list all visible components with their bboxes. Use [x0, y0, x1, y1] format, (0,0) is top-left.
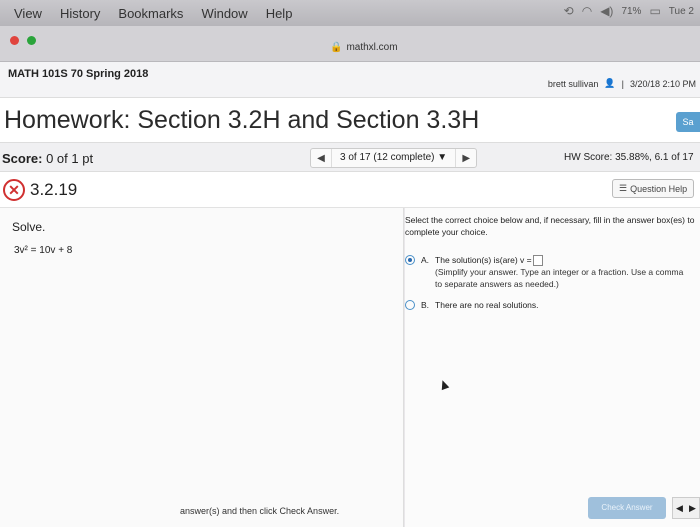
- equation: 3v² = 10v + 8: [14, 245, 73, 256]
- browser-toolbar: 🔒 mathxl.com: [0, 26, 700, 62]
- question-pane: Solve. 3v² = 10v + 8: [0, 208, 404, 527]
- zoom-window-button[interactable]: [27, 36, 36, 45]
- question-pager: ◀ 3 of 17 (12 complete) ▼ ▶: [310, 148, 478, 168]
- course-header: MATH 101S 70 Spring 2018 brett sullivan …: [0, 62, 700, 98]
- question-header: ✕ 3.2.19 ☰ Question Help: [0, 172, 700, 208]
- question-nav: ◀ ▶: [672, 497, 700, 519]
- answer-pane: Select the correct choice below and, if …: [405, 208, 700, 527]
- menu-window[interactable]: Window: [201, 6, 247, 21]
- previous-question-icon[interactable]: ◀: [311, 153, 331, 164]
- divider: |: [621, 78, 624, 89]
- question-help-label: Question Help: [630, 183, 688, 194]
- footer-instruction: answer(s) and then click Check Answer.: [180, 506, 340, 516]
- check-answer-button[interactable]: Check Answer: [588, 497, 666, 519]
- answer-box[interactable]: [532, 255, 543, 267]
- homework-header: Homework: Section 3.2H and Section 3.3H …: [0, 98, 700, 142]
- previous-arrow-icon[interactable]: ◀: [676, 503, 683, 514]
- battery-icon[interactable]: ▭: [649, 4, 660, 18]
- question-score: Score: 0 of 1 pt: [2, 151, 93, 166]
- next-arrow-icon[interactable]: ▶: [689, 503, 696, 514]
- score-value: 0 of 1 pt: [46, 151, 94, 166]
- chevron-down-icon: ▼: [437, 152, 448, 163]
- save-button[interactable]: Sa: [676, 112, 700, 132]
- user-info: brett sullivan 👤 | 3/20/18 2:10 PM: [548, 78, 696, 89]
- question-number: 3.2.19: [30, 180, 78, 199]
- menu-view[interactable]: View: [14, 6, 42, 21]
- battery-percent: 71%: [621, 5, 642, 17]
- window-controls: [10, 36, 36, 45]
- question-selector[interactable]: 3 of 17 (12 complete) ▼: [331, 149, 457, 167]
- answer-instruction: Select the correct choice below and, if …: [405, 215, 695, 237]
- incorrect-icon: ✕: [3, 179, 25, 201]
- option-b-text: There are no real solutions.: [435, 300, 539, 310]
- option-a-content: The solution(s) is(are) v = (Simplify yo…: [435, 254, 690, 290]
- lock-icon: 🔒: [330, 42, 343, 53]
- clock[interactable]: Tue 2: [669, 6, 694, 17]
- menu-help[interactable]: Help: [266, 6, 293, 21]
- score-label: Score:: [2, 151, 43, 166]
- question-help-button[interactable]: ☰ Question Help: [612, 179, 695, 198]
- option-b-radio[interactable]: [405, 300, 415, 310]
- menu-bar: View History Bookmarks Window Help ⟲ ◠ ◀…: [0, 0, 700, 26]
- url-text: mathxl.com: [346, 42, 398, 53]
- menu-history[interactable]: History: [60, 6, 100, 21]
- option-a-hint: (Simplify your answer. Type an integer o…: [435, 267, 684, 290]
- user-name[interactable]: brett sullivan: [548, 79, 599, 89]
- address-bar[interactable]: 🔒 mathxl.com: [330, 42, 398, 53]
- option-b[interactable]: B. There are no real solutions.: [405, 299, 539, 311]
- option-b-label: B.: [421, 300, 430, 310]
- wifi-icon[interactable]: ◠: [582, 4, 592, 18]
- score-bar: Score: 0 of 1 pt ◀ 3 of 17 (12 complete)…: [0, 142, 700, 172]
- page-title: Homework: Section 3.2H and Section 3.3H: [4, 106, 480, 134]
- option-a-label: A.: [421, 255, 430, 265]
- hw-score: HW Score: 35.88%, 6.1 of 17: [564, 152, 694, 163]
- close-window-button[interactable]: [10, 36, 19, 45]
- question-prompt: Solve.: [12, 220, 46, 234]
- option-a-text: The solution(s) is(are) v =: [435, 255, 532, 265]
- option-a-radio[interactable]: [405, 255, 415, 265]
- sync-icon[interactable]: ⟲: [564, 4, 574, 18]
- menu-bookmarks[interactable]: Bookmarks: [118, 6, 183, 21]
- date-time: 3/20/18 2:10 PM: [629, 78, 696, 89]
- list-icon: ☰: [619, 183, 628, 193]
- volume-icon[interactable]: ◀): [600, 4, 613, 18]
- next-question-icon[interactable]: ▶: [456, 153, 476, 164]
- pager-text: 3 of 17 (12 complete): [340, 152, 435, 163]
- status-area: ⟲ ◠ ◀) 71% ▭ Tue 2: [564, 4, 694, 18]
- user-icon: 👤: [604, 78, 616, 88]
- option-a[interactable]: A. The solution(s) is(are) v = (Simplify…: [405, 254, 690, 290]
- course-title: MATH 101S 70 Spring 2018: [8, 68, 149, 80]
